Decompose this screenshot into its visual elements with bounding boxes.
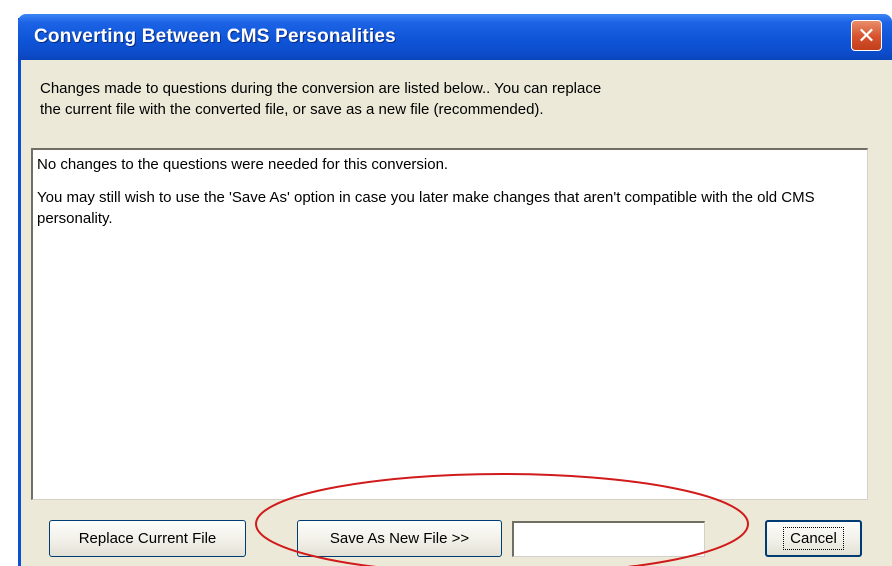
close-icon: ✕ <box>857 22 876 48</box>
intro-text: Changes made to questions during the con… <box>40 78 800 120</box>
changes-list-box[interactable]: No changes to the questions were needed … <box>31 148 868 500</box>
intro-line-1: Changes made to questions during the con… <box>40 80 602 97</box>
intro-line-2: the current file with the converted file… <box>40 101 544 118</box>
changes-message-2: You may still wish to use the 'Save As' … <box>37 189 815 227</box>
changes-message-1: No changes to the questions were needed … <box>37 156 449 173</box>
cancel-button[interactable]: Cancel <box>765 520 862 557</box>
dialog-window: Converting Between CMS Personalities ✕ C… <box>18 14 892 566</box>
replace-current-file-button[interactable]: Replace Current File <box>49 520 246 557</box>
save-as-new-file-button[interactable]: Save As New File >> <box>297 520 502 557</box>
cancel-button-label: Cancel <box>783 527 844 550</box>
title-bar[interactable]: Converting Between CMS Personalities ✕ <box>18 14 892 60</box>
close-button[interactable]: ✕ <box>851 20 882 51</box>
window-title: Converting Between CMS Personalities <box>34 26 396 47</box>
new-file-name-input[interactable] <box>512 521 705 557</box>
